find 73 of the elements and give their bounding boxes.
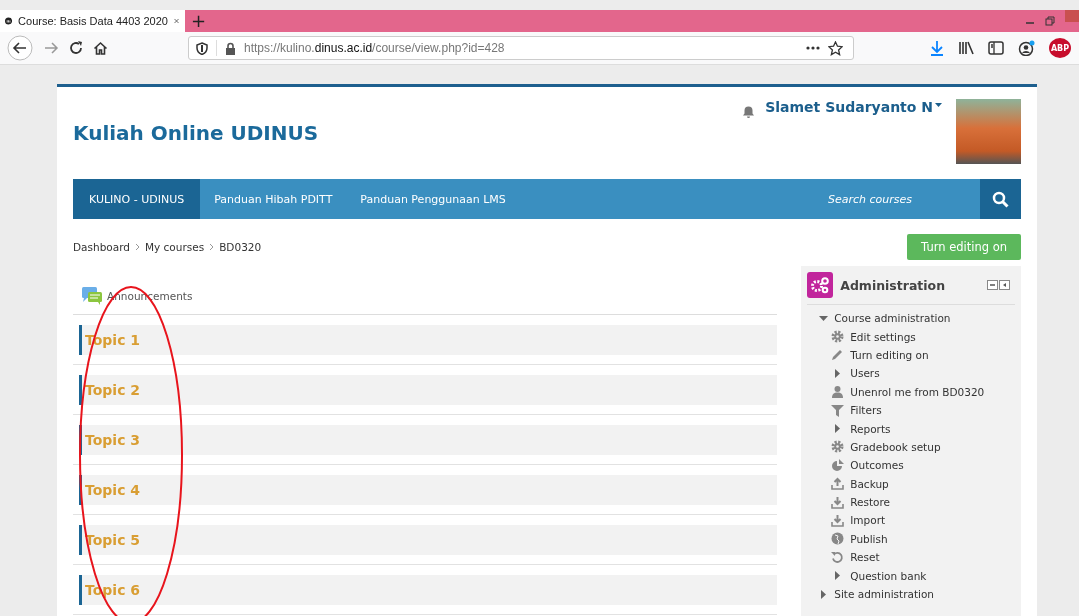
tree-item[interactable]: Unenrol me from BD0320 xyxy=(850,385,985,398)
bell-icon[interactable] xyxy=(742,105,756,118)
download-icon[interactable] xyxy=(930,40,944,56)
tree-item[interactable]: Site administration xyxy=(834,588,934,601)
breadcrumb-link[interactable]: BD0320 xyxy=(219,241,262,253)
gears-icon xyxy=(807,272,834,298)
nav-link[interactable]: KULINO - UDINUS xyxy=(73,179,201,219)
collapsed-triangle-icon[interactable] xyxy=(833,571,843,581)
site-title[interactable]: Kuliah Online UDINUS xyxy=(73,121,319,145)
chevron-icon xyxy=(134,243,140,251)
tree-item[interactable]: Backup xyxy=(850,477,889,490)
chevron-icon xyxy=(209,243,215,251)
upload-icon xyxy=(831,477,845,491)
reload-icon[interactable] xyxy=(69,41,83,55)
forward-icon[interactable] xyxy=(43,40,59,56)
pencil-icon xyxy=(831,348,845,362)
nav-link[interactable]: Panduan Hibah PDITT xyxy=(200,179,347,219)
shield-icon xyxy=(196,41,208,55)
tree-item[interactable]: Restore xyxy=(850,496,891,509)
address-bar[interactable]: https://kulino.dinus.ac.id/course/view.php?id=428 xyxy=(188,36,854,60)
new-tab-button[interactable]: + xyxy=(185,11,213,31)
star-icon[interactable] xyxy=(828,40,843,56)
gear-icon xyxy=(831,330,845,344)
home-icon[interactable] xyxy=(93,40,108,56)
search-icon xyxy=(992,190,1009,208)
browser-tab[interactable]: Course: Basis Data 4403 2020 xyxy=(0,10,185,32)
back-icon[interactable] xyxy=(7,35,33,61)
tree-item[interactable]: Users xyxy=(850,367,880,380)
user-menu[interactable]: Slamet Sudaryanto N xyxy=(765,99,933,115)
restore-icon[interactable] xyxy=(1045,16,1055,26)
tree-item[interactable]: Outcomes xyxy=(850,459,904,472)
breadcrumb-link[interactable]: My courses xyxy=(144,241,205,253)
search-button[interactable] xyxy=(980,179,1021,219)
tree-item[interactable]: Edit settings xyxy=(850,330,916,343)
dock-controls-icon[interactable] xyxy=(987,280,1011,290)
adblock-button[interactable]: ABP xyxy=(1049,38,1071,58)
forum-icon xyxy=(81,286,103,306)
avatar-photo-placeholder[interactable] xyxy=(956,99,1021,164)
lock-icon xyxy=(225,41,236,55)
gear-icon xyxy=(831,440,845,454)
download-tray-icon xyxy=(831,495,845,509)
tree-item[interactable]: Publish xyxy=(850,532,888,545)
collapsed-triangle-icon[interactable] xyxy=(833,368,843,378)
breadcrumb-link[interactable]: Dashboard xyxy=(73,241,130,253)
nav-link[interactable]: Panduan Penggunaan LMS xyxy=(346,179,520,219)
globe-icon xyxy=(831,532,845,546)
expanded-triangle-icon[interactable] xyxy=(819,313,829,323)
library-icon[interactable] xyxy=(958,41,974,55)
tree-item[interactable]: Turn editing on xyxy=(850,348,929,361)
download-tray-icon xyxy=(831,514,845,527)
tree-item[interactable]: Filters xyxy=(850,404,882,417)
tree-item[interactable]: Course administration xyxy=(834,312,951,325)
funnel-icon xyxy=(831,403,845,417)
pie-icon xyxy=(831,458,845,472)
collapsed-triangle-icon[interactable] xyxy=(833,424,843,434)
url-text: https://kulino.dinus.ac.id/course/view.php?id=428 xyxy=(244,41,505,55)
tab-title: Course: Basis Data 4403 2020 xyxy=(18,15,168,27)
more-icon[interactable] xyxy=(806,46,820,50)
collapsed-triangle-icon[interactable] xyxy=(819,589,829,599)
tree-item[interactable]: Import xyxy=(850,514,886,527)
caret-icon[interactable] xyxy=(935,103,942,107)
site-logo-icon xyxy=(5,14,13,28)
search-field[interactable]: Search courses xyxy=(826,179,980,219)
tree-item[interactable]: Question bank xyxy=(850,569,927,582)
tree-item[interactable]: Reset xyxy=(850,551,880,564)
tree-item[interactable]: Gradebook setup xyxy=(850,440,941,453)
close-icon[interactable] xyxy=(173,16,179,26)
block-title: Administration xyxy=(840,277,946,293)
circular-arrow-icon xyxy=(831,550,845,564)
account-icon[interactable] xyxy=(1018,40,1035,56)
tree-item[interactable]: Reports xyxy=(850,422,891,435)
sidebar-icon[interactable] xyxy=(988,41,1004,55)
person-icon xyxy=(831,385,845,399)
